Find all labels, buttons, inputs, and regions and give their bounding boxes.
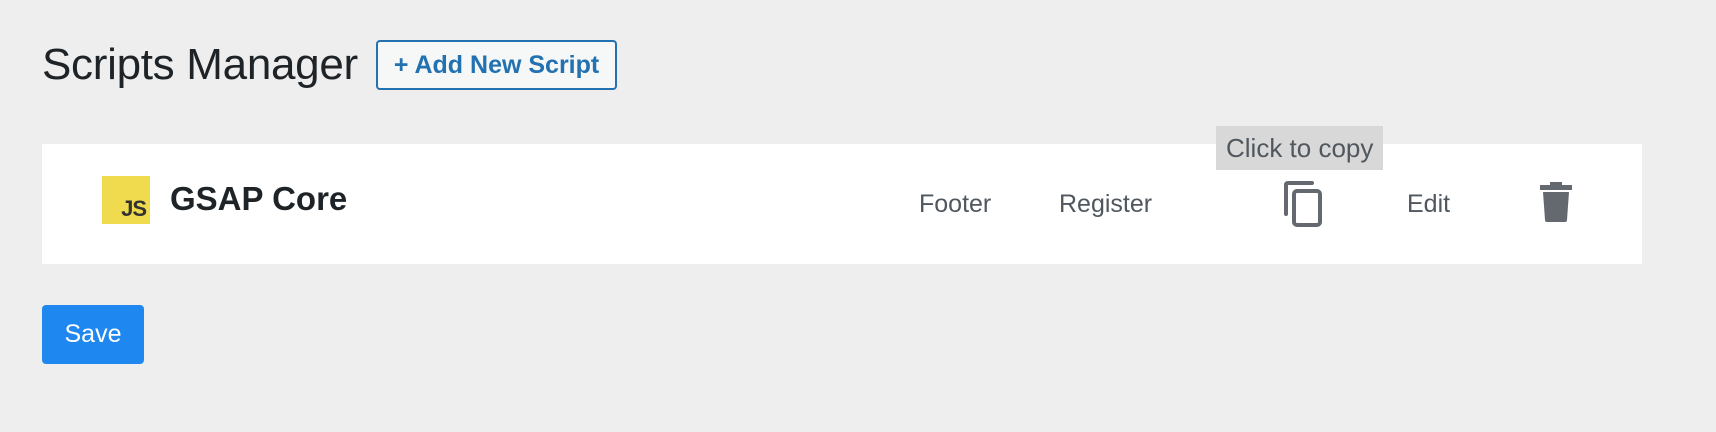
- page-header: Scripts Manager + Add New Script: [42, 40, 618, 90]
- save-button[interactable]: Save: [42, 305, 144, 364]
- page-title: Scripts Manager: [42, 40, 358, 89]
- copy-tooltip: Click to copy: [1216, 126, 1384, 170]
- copy-icon[interactable]: [1282, 180, 1328, 228]
- js-icon-text: JS: [121, 196, 147, 221]
- js-icon: JS: [102, 176, 150, 224]
- edit-link[interactable]: Edit: [1407, 190, 1450, 219]
- add-new-script-button[interactable]: + Add New Script: [375, 40, 618, 90]
- script-row: JS GSAP Core Footer Register Edit: [42, 144, 1642, 264]
- script-mode: Register: [1059, 190, 1153, 218]
- script-location: Footer: [919, 190, 992, 218]
- trash-icon[interactable]: [1538, 182, 1574, 222]
- script-name: GSAP Core: [170, 180, 348, 217]
